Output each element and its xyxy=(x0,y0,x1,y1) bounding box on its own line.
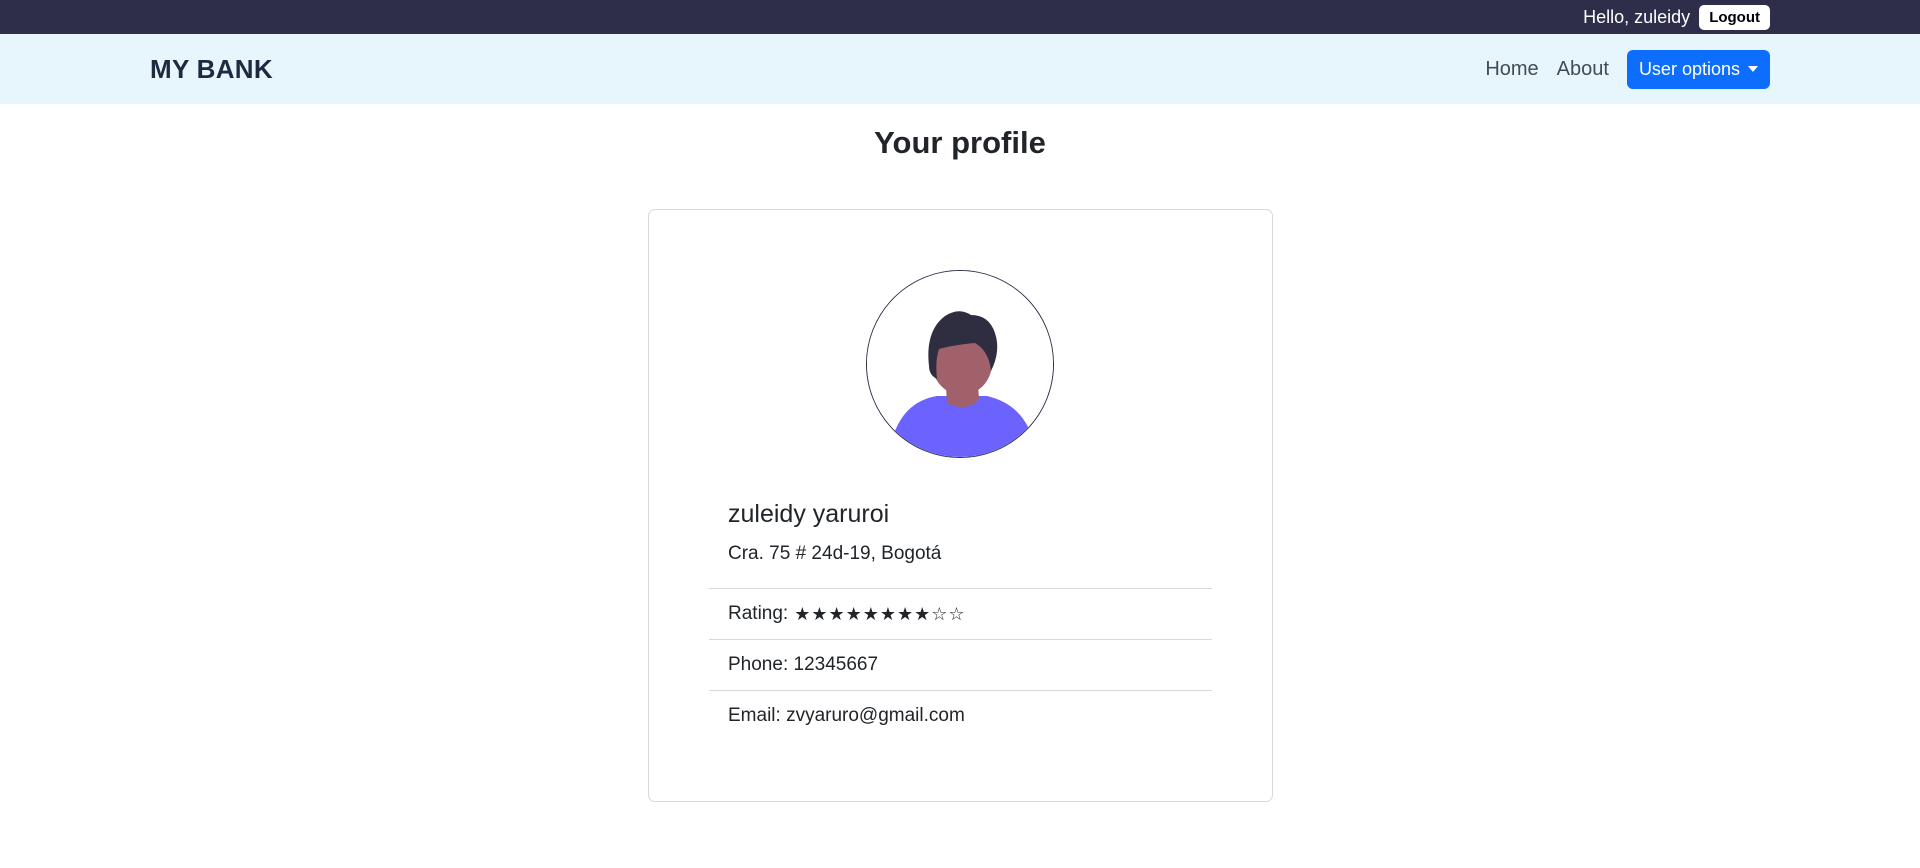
navbar: MY BANK Home About User options xyxy=(0,34,1920,104)
page-title: Your profile xyxy=(874,125,1046,160)
brand-logo[interactable]: MY BANK xyxy=(150,54,273,85)
profile-name: zuleidy yaruroi xyxy=(728,500,890,528)
greeting-text: Hello, zuleidy xyxy=(1583,6,1691,27)
profile-card: zuleidy yaruroi Cra. 75 # 24d-19, Bogotá… xyxy=(648,209,1273,802)
top-bar: Hello, zuleidy Logout xyxy=(0,0,1920,34)
phone-row: Phone: 12345667 xyxy=(709,639,1212,690)
profile-address: Cra. 75 # 24d-19, Bogotá xyxy=(728,543,942,564)
nav-links: Home About User options xyxy=(1485,49,1770,89)
caret-down-icon xyxy=(1748,66,1758,72)
rating-row: Rating: ★★★★★★★★☆☆ xyxy=(709,588,1212,639)
person-avatar-icon xyxy=(866,270,1054,458)
user-options-dropdown[interactable]: User options xyxy=(1626,49,1770,89)
profile-info-list: Rating: ★★★★★★★★☆☆ Phone: 12345667 Email… xyxy=(709,588,1212,741)
rating-label: Rating: xyxy=(728,603,789,624)
nav-about-link[interactable]: About xyxy=(1557,58,1609,81)
rating-stars: ★★★★★★★★☆☆ xyxy=(794,603,966,625)
nav-home-link[interactable]: Home xyxy=(1485,58,1538,81)
email-row: Email: zvyaruro@gmail.com xyxy=(709,690,1212,741)
user-options-label: User options xyxy=(1638,58,1740,79)
logout-button[interactable]: Logout xyxy=(1699,4,1770,30)
